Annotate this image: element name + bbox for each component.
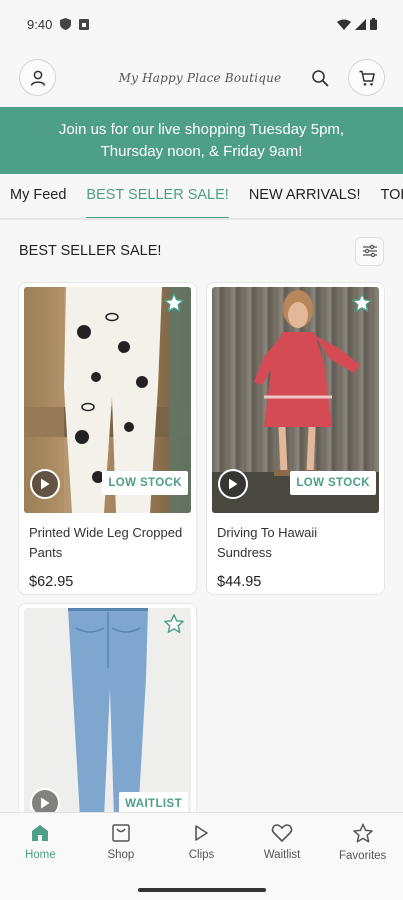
low-stock-badge: LOW STOCK: [102, 471, 188, 495]
shield-icon: [60, 18, 72, 30]
brand-logo[interactable]: My Happy Place Boutique: [119, 71, 282, 85]
play-icon: [41, 478, 50, 490]
promo-text: Join us for our live shopping Tuesday 5p…: [58, 120, 345, 160]
cart-button[interactable]: [348, 59, 385, 96]
product-price: $62.95: [29, 574, 74, 590]
product-grid: LOW STOCK Printed Wide Leg Cropped Pants…: [0, 282, 403, 823]
promo-banner[interactable]: Join us for our live shopping Tuesday 5p…: [0, 107, 403, 174]
tab-best-seller-sale[interactable]: BEST SELLER SALE!: [86, 187, 230, 218]
jeans-photo[interactable]: WAITLIST: [24, 608, 191, 818]
product-price: $44.95: [217, 574, 262, 590]
play-icon: [229, 478, 238, 490]
app-screen: 9:40 My Happy Place Boutique Join us for…: [0, 0, 403, 900]
wifi-icon: [337, 19, 351, 30]
pants-photo[interactable]: LOW STOCK: [24, 287, 191, 513]
search-icon: [312, 69, 329, 86]
sliders-icon: [362, 244, 377, 258]
product-name[interactable]: Driving To Hawaii Sundress: [207, 513, 384, 569]
nav-home[interactable]: Home: [5, 823, 75, 900]
bottom-nav: Home Shop Clips Waitlist Favorites: [0, 812, 403, 900]
status-bar: 9:40: [0, 0, 403, 48]
account-button[interactable]: [19, 59, 56, 96]
product-card[interactable]: WAITLIST: [18, 603, 197, 823]
low-stock-badge: LOW STOCK: [290, 471, 376, 495]
play-video-button[interactable]: [30, 469, 60, 499]
shop-icon: [112, 824, 130, 842]
home-indicator[interactable]: [137, 888, 266, 892]
category-tabs: My Feed BEST SELLER SALE! NEW ARRIVALS! …: [0, 174, 403, 220]
filter-button[interactable]: [355, 236, 384, 266]
nav-favorites[interactable]: Favorites: [328, 823, 398, 900]
star-icon: [352, 823, 373, 843]
dress-photo[interactable]: LOW STOCK: [212, 287, 379, 513]
search-button[interactable]: [308, 66, 332, 90]
home-icon: [32, 825, 49, 841]
favorite-star-button[interactable]: [351, 292, 373, 314]
section-title: BEST SELLER SALE!: [19, 243, 162, 259]
play-video-button[interactable]: [218, 469, 248, 499]
sim-icon: [79, 18, 90, 30]
heart-icon: [271, 824, 293, 842]
nav-favorites-label: Favorites: [339, 850, 387, 862]
tab-new-arrivals[interactable]: NEW ARRIVALS!: [249, 187, 361, 218]
favorite-star-button[interactable]: [163, 613, 185, 635]
cart-icon: [359, 70, 375, 86]
nav-home-label: Home: [24, 849, 56, 861]
product-name[interactable]: Printed Wide Leg Cropped Pants: [19, 513, 196, 569]
play-icon: [41, 797, 50, 809]
product-card[interactable]: LOW STOCK Driving To Hawaii Sundress $44…: [206, 282, 385, 595]
favorite-star-button[interactable]: [163, 292, 185, 314]
tab-tops[interactable]: TOPS: [381, 187, 403, 218]
signal-icon: [355, 18, 366, 30]
top-bar: My Happy Place Boutique: [0, 48, 403, 107]
section-header: BEST SELLER SALE!: [0, 220, 403, 282]
user-icon: [30, 70, 45, 86]
product-card[interactable]: LOW STOCK Printed Wide Leg Cropped Pants…: [18, 282, 197, 595]
play-icon: [195, 825, 209, 841]
jeans-illustration: [68, 608, 148, 818]
nav-shop-label: Shop: [107, 849, 135, 861]
nav-clips-label: Clips: [188, 849, 215, 861]
status-time: 9:40: [27, 16, 53, 32]
tab-my-feed[interactable]: My Feed: [10, 187, 66, 218]
battery-icon: [370, 18, 377, 30]
nav-waitlist-label: Waitlist: [263, 849, 301, 861]
